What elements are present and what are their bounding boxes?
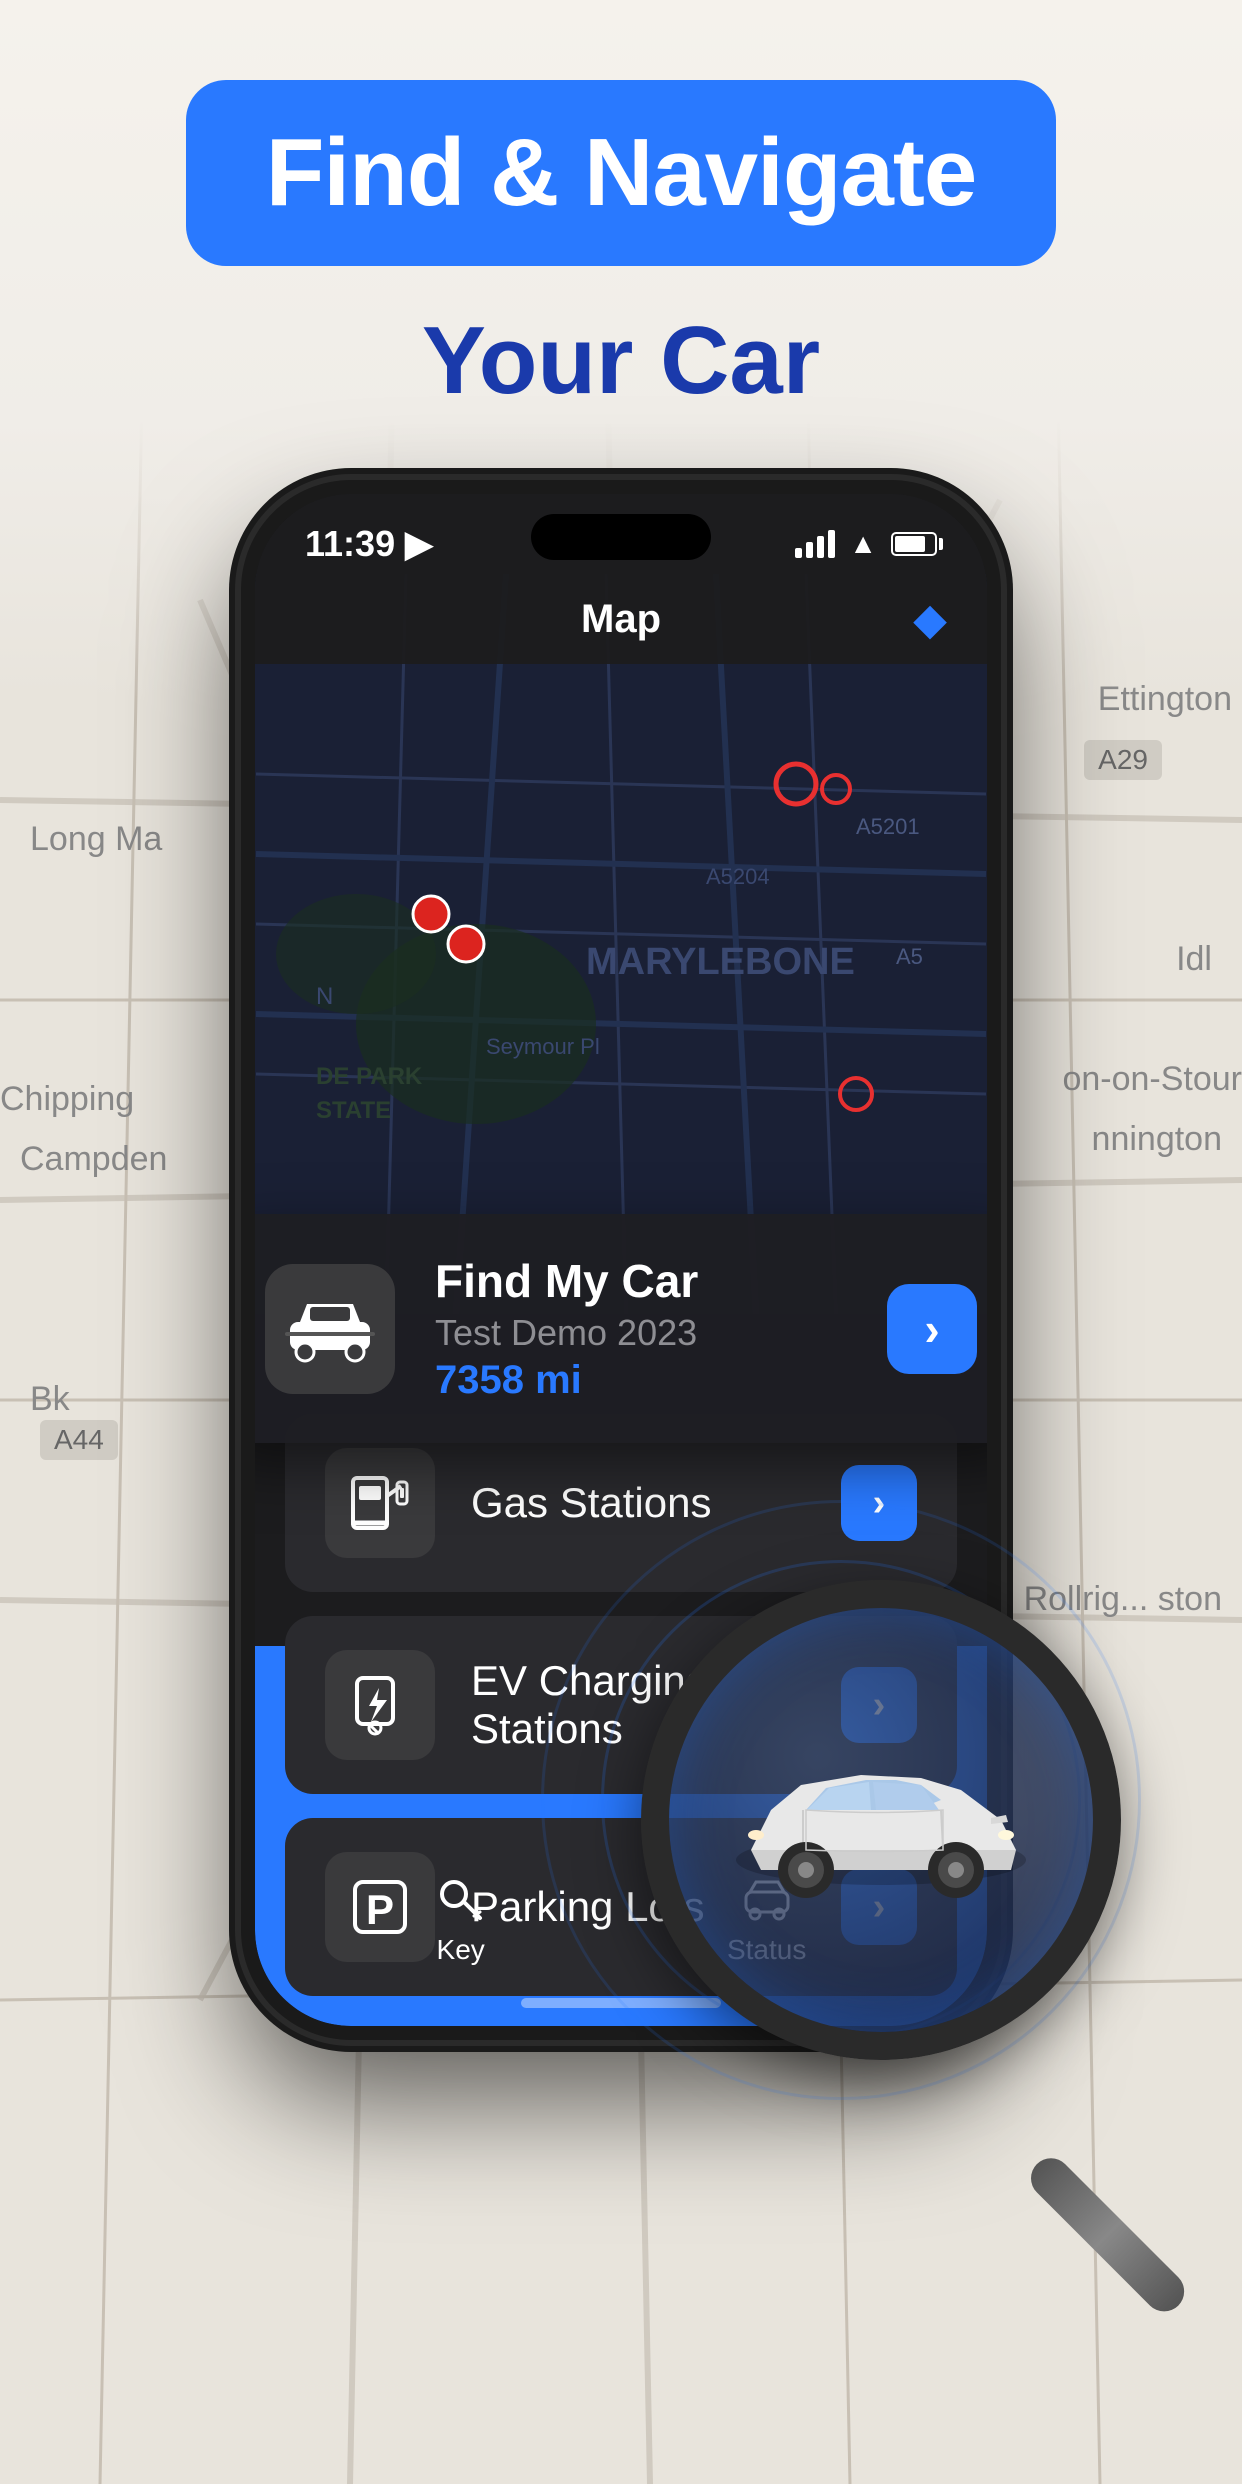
signal-icon <box>795 530 835 558</box>
hero-subtitle: Your Car <box>0 306 1242 416</box>
bg-location-chipping: Chipping <box>0 1080 134 1119</box>
gas-station-icon-box <box>325 1448 435 1558</box>
hero-badge: Find & Navigate <box>186 80 1056 266</box>
find-car-arrow-button[interactable]: › <box>887 1284 977 1374</box>
nav-arrow-icon: ▶ <box>405 523 433 565</box>
svg-text:A5204: A5204 <box>706 864 770 889</box>
phone-mockup: 11:39 ▶ ▲ <box>241 480 1001 2040</box>
wifi-icon: ▲ <box>849 528 877 560</box>
svg-text:DE PARK: DE PARK <box>316 1063 423 1090</box>
car-icon-box <box>265 1264 395 1394</box>
tab-key[interactable]: Key <box>436 1874 486 1966</box>
find-car-title: Find My Car <box>435 1254 847 1308</box>
key-icon <box>436 1874 486 1924</box>
svg-text:STATE: STATE <box>316 1097 391 1124</box>
bg-location-a29: A29 <box>1084 740 1162 780</box>
premium-diamond-icon: ◆ <box>913 594 947 645</box>
bg-location-a44: A44 <box>40 1420 118 1460</box>
car-image <box>721 1720 1041 1920</box>
svg-text:N: N <box>316 983 333 1010</box>
status-time: 11:39 ▶ <box>305 523 433 565</box>
magnifier-glass <box>641 1580 1121 2060</box>
find-car-card[interactable]: Find My Car Test Demo 2023 7358 mi › <box>255 1214 987 1443</box>
time-display: 11:39 <box>305 523 395 565</box>
dynamic-island <box>531 514 711 560</box>
find-car-info: Find My Car Test Demo 2023 7358 mi <box>435 1254 847 1403</box>
svg-text:A5: A5 <box>896 944 923 969</box>
map-title: Map <box>581 597 661 642</box>
find-car-subtitle: Test Demo 2023 <box>435 1312 847 1354</box>
bg-location-nnington: nnington <box>1092 1120 1222 1159</box>
bg-location-campden: Campden <box>20 1140 167 1179</box>
find-car-distance: 7358 mi <box>435 1358 847 1403</box>
bg-location-on-stour: on-on-Stour <box>1062 1060 1242 1099</box>
ev-charging-icon-box <box>325 1650 435 1760</box>
hero-section: Find & Navigate Your Car <box>0 80 1242 416</box>
map-nav-bar: Map ◆ <box>255 574 987 664</box>
tab-key-label: Key <box>437 1934 485 1966</box>
svg-text:A5201: A5201 <box>856 814 920 839</box>
svg-text:MARYLEBONE: MARYLEBONE <box>586 941 855 983</box>
svg-text:Seymour Pl: Seymour Pl <box>486 1034 600 1059</box>
battery-icon <box>891 532 937 556</box>
bg-location-long: Long Ma <box>30 820 162 859</box>
bg-location-bk: Bk <box>30 1380 70 1419</box>
arrow-icon: › <box>924 1302 939 1356</box>
hero-badge-text: Find & Navigate <box>266 120 976 226</box>
status-icons: ▲ <box>795 528 937 560</box>
bg-location-idl: Idl <box>1176 940 1212 979</box>
magnifier-decoration <box>641 1580 1221 2160</box>
map-area: MARYLEBONE Seymour Pl A5204 A5201 A5 DE … <box>255 574 987 1314</box>
